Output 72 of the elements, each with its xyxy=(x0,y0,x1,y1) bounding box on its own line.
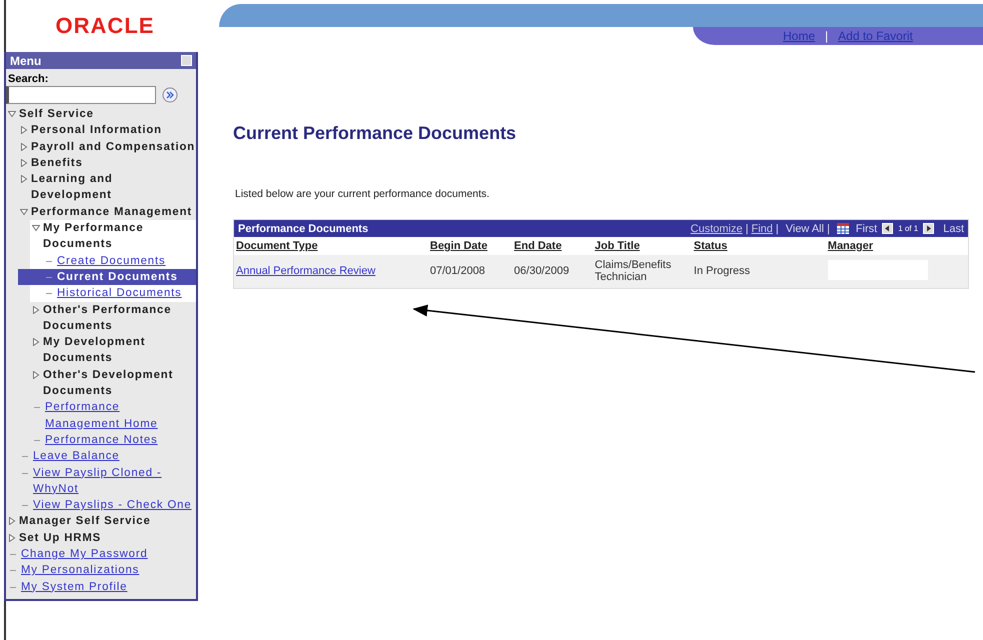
dash-icon xyxy=(46,293,52,294)
collapsed-triangle-icon[interactable] xyxy=(20,158,28,167)
previous-icon[interactable] xyxy=(882,223,894,234)
menu-link[interactable]: My System Profile xyxy=(21,578,196,595)
collapsed-triangle-icon[interactable] xyxy=(20,175,28,184)
dash-icon xyxy=(22,505,28,506)
search-label: Search: xyxy=(7,72,50,86)
dash-icon xyxy=(22,472,28,474)
menu-folder[interactable]: My Performance Documents xyxy=(43,220,196,253)
row-counter: 1 of 1 xyxy=(898,224,918,233)
document-link[interactable]: Annual Performance Review xyxy=(236,265,376,277)
separator: | xyxy=(826,222,830,234)
menu-link[interactable]: Historical Documents xyxy=(57,285,196,302)
menu-link[interactable]: View Payslip Cloned - WhyNot xyxy=(33,464,196,498)
menu-title: Menu xyxy=(10,54,42,68)
search-go-icon[interactable] xyxy=(162,87,178,103)
dash-icon xyxy=(10,554,16,556)
search-field[interactable] xyxy=(6,86,156,104)
dash-icon xyxy=(22,456,28,458)
intro-text: Listed below are your current performance documents. xyxy=(235,188,490,200)
collapsed-triangle-icon[interactable] xyxy=(20,142,28,151)
expanded-triangle-icon[interactable] xyxy=(20,208,28,216)
grid-link[interactable]: Find xyxy=(751,222,773,234)
grid-title: Performance Documents xyxy=(238,222,368,234)
menu-folder[interactable]: Performance Management xyxy=(31,204,196,220)
table-cell-text: Claims/Benefits Technician xyxy=(594,259,672,283)
menu-link[interactable]: Leave Balance xyxy=(33,448,196,465)
menu-folder[interactable]: Benefits xyxy=(31,154,196,172)
next-icon[interactable] xyxy=(923,223,934,234)
page-title: Current Performance Documents xyxy=(233,123,516,144)
menu-link[interactable]: Performance Notes xyxy=(45,432,196,448)
table-cell: 07/01/2008 xyxy=(430,265,486,277)
collapsed-triangle-icon[interactable] xyxy=(32,306,40,314)
dash-icon xyxy=(34,407,40,408)
grid-nav-text[interactable]: Last xyxy=(943,222,964,234)
separator: | xyxy=(825,29,828,43)
menu-link[interactable]: Performance Management Home xyxy=(45,399,196,432)
menu-folder[interactable]: Personal Information xyxy=(31,122,196,139)
collapsed-triangle-icon[interactable] xyxy=(8,534,16,542)
grid-nav-text[interactable]: View All xyxy=(786,222,824,234)
table-cell: 06/30/2009 xyxy=(514,265,570,277)
menu-link[interactable]: Change My Password xyxy=(21,546,196,562)
grid-icon[interactable] xyxy=(836,223,849,234)
dash-icon xyxy=(46,276,52,278)
oracle-logo[interactable]: ORACLE xyxy=(56,13,154,39)
dash-icon xyxy=(34,440,40,441)
menu-link[interactable]: Create Documents xyxy=(57,252,196,269)
menu-folder[interactable]: My Development Documents xyxy=(43,334,196,367)
menu-folder[interactable]: Self Service xyxy=(19,106,196,122)
grid-link[interactable]: Customize xyxy=(690,222,742,234)
menu-folder[interactable]: Manager Self Service xyxy=(19,513,196,530)
dash-icon xyxy=(46,260,52,262)
table-cell: In Progress xyxy=(694,265,750,277)
dash-icon xyxy=(10,570,16,572)
menu-link[interactable]: My Personalizations xyxy=(21,562,196,579)
menu-folder[interactable]: Set Up HRMS xyxy=(19,530,196,546)
expanded-triangle-icon[interactable] xyxy=(32,224,40,232)
grid-nav-text[interactable]: First xyxy=(856,222,878,234)
menu-folder[interactable]: Payroll and Compensation xyxy=(31,138,196,155)
separator: | xyxy=(745,222,748,234)
collapsed-triangle-icon[interactable] xyxy=(20,126,28,134)
dash-icon xyxy=(10,586,16,588)
menu-folder[interactable]: Learning and Development xyxy=(31,171,196,204)
collapsed-triangle-icon[interactable] xyxy=(8,517,16,526)
collapsed-triangle-icon[interactable] xyxy=(32,338,40,346)
column-header[interactable]: Status xyxy=(694,240,728,252)
collapsed-triangle-icon[interactable] xyxy=(32,370,40,379)
menu-link[interactable]: View Payslips - Check One xyxy=(33,497,196,514)
menu-folder[interactable]: Other's Development Documents xyxy=(43,366,196,400)
expanded-triangle-icon[interactable] xyxy=(8,110,16,118)
menu-folder[interactable]: Other's Performance Documents xyxy=(43,302,196,334)
separator: | xyxy=(776,222,779,234)
